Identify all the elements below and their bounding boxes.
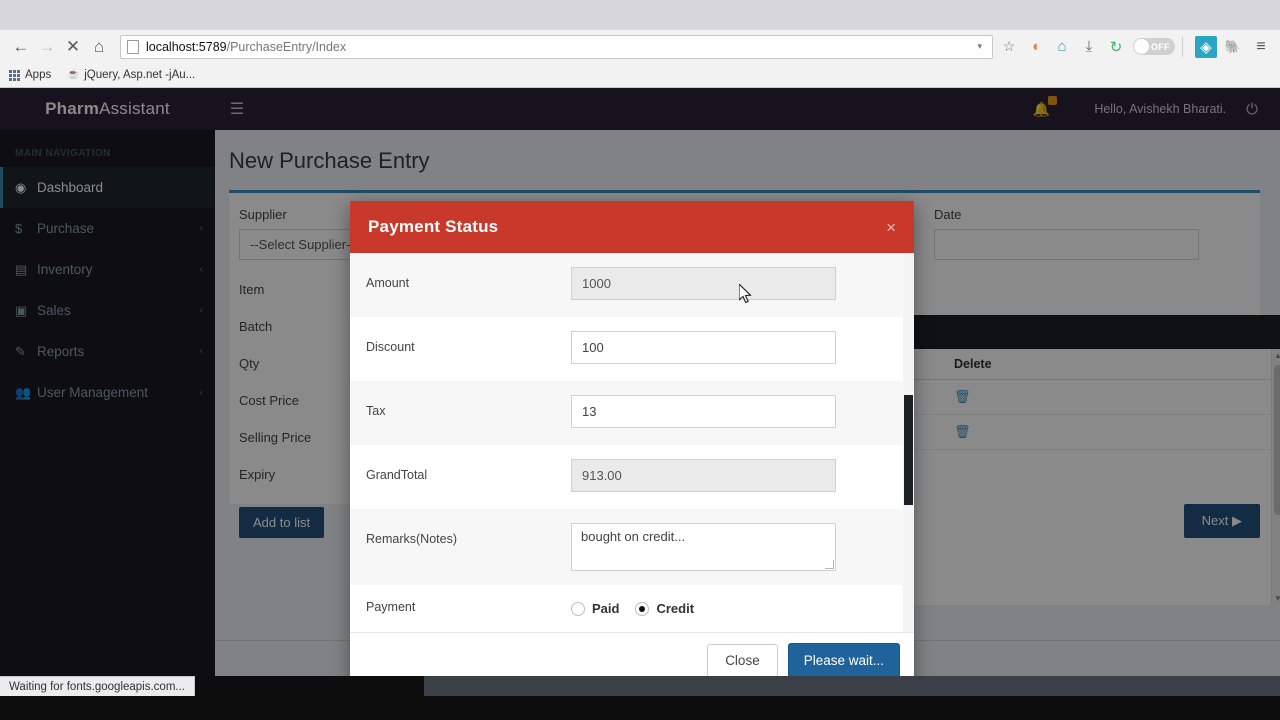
remarks-textarea[interactable]: bought on credit... bbox=[571, 523, 836, 571]
bookmark-apps[interactable]: Apps bbox=[9, 69, 51, 81]
resize-grip-icon[interactable] bbox=[825, 560, 834, 569]
bookmark-star-icon[interactable]: ☆ bbox=[999, 38, 1019, 55]
modal-field-tax: Tax 13 bbox=[350, 381, 914, 445]
url-host: localhost:5789 bbox=[146, 39, 227, 54]
label-amount: Amount bbox=[366, 276, 410, 290]
modal-scrollbar[interactable] bbox=[903, 253, 914, 632]
radio-credit[interactable]: Credit bbox=[635, 601, 694, 616]
modal-header: Payment Status × bbox=[350, 201, 914, 253]
payment-radio-group: Paid Credit bbox=[571, 595, 904, 616]
amount-input[interactable]: 1000 bbox=[571, 267, 836, 300]
mouse-cursor bbox=[739, 284, 752, 304]
bookmark-jquery[interactable]: ☕ jQuery, Asp.net -jAu... bbox=[67, 69, 195, 81]
grandtotal-input[interactable]: 913.00 bbox=[571, 459, 836, 492]
radio-credit-dot[interactable] bbox=[635, 601, 650, 616]
browser-statusbar-region: Waiting for fonts.googleapis.com... bbox=[0, 676, 1280, 720]
discount-input[interactable]: 100 bbox=[571, 331, 836, 364]
modal-field-remarks: Remarks(Notes) bought on credit... bbox=[350, 509, 914, 585]
tax-input[interactable]: 13 bbox=[571, 395, 836, 428]
submit-button[interactable]: Please wait... bbox=[787, 642, 900, 676]
payment-status-modal: Payment Status × Amount 1000 Discount 10… bbox=[350, 201, 914, 676]
modal-field-amount: Amount 1000 bbox=[350, 253, 914, 317]
close-icon[interactable]: × bbox=[886, 219, 896, 236]
toolbar-divider bbox=[1182, 36, 1183, 57]
application-viewport: Pharm Assistant MAIN NAVIGATION ◉ Dashboa… bbox=[0, 88, 1280, 676]
taskbar-strip bbox=[424, 676, 1280, 696]
radio-paid[interactable]: Paid bbox=[571, 601, 619, 616]
label-discount: Discount bbox=[366, 340, 415, 354]
browser-tabstrip[interactable] bbox=[0, 0, 1280, 30]
forward-icon[interactable]: → bbox=[34, 34, 60, 60]
browser-chrome: ← → ✕ ⌂ localhost:5789/PurchaseEntry/Ind… bbox=[0, 0, 1280, 88]
modal-footer: Close Please wait... bbox=[350, 633, 914, 676]
bookmark-jquery-label: jQuery, Asp.net -jAu... bbox=[84, 69, 196, 81]
evernote-extension-icon[interactable]: ◈ bbox=[1195, 35, 1217, 58]
pacman-extension-icon[interactable]: ◖ bbox=[1024, 36, 1046, 58]
close-button[interactable]: Close bbox=[707, 643, 778, 676]
elephant-extension-icon[interactable]: 🐘 bbox=[1222, 36, 1244, 58]
modal-field-payment: Payment Paid Credit bbox=[350, 585, 914, 631]
apps-grid-icon bbox=[9, 69, 20, 81]
headphones-extension-icon[interactable]: ⌂ bbox=[1051, 36, 1073, 58]
url-path: /PurchaseEntry/Index bbox=[226, 39, 347, 54]
back-icon[interactable]: ← bbox=[8, 34, 34, 60]
chevron-down-icon[interactable]: ▾ bbox=[977, 41, 986, 52]
label-payment: Payment bbox=[366, 600, 416, 614]
radio-paid-dot[interactable] bbox=[571, 601, 585, 616]
download-extension-icon[interactable]: ⤓ bbox=[1078, 36, 1100, 58]
radio-credit-label: Credit bbox=[656, 601, 695, 616]
home-icon[interactable]: ⌂ bbox=[86, 34, 112, 60]
java-icon: ☕ bbox=[67, 69, 80, 80]
bookmark-apps-label: Apps bbox=[25, 69, 52, 81]
modal-title: Payment Status bbox=[368, 217, 499, 236]
modal-field-discount: Discount 100 bbox=[350, 317, 914, 381]
status-text: Waiting for fonts.googleapis.com... bbox=[0, 676, 195, 696]
address-bar[interactable]: localhost:5789/PurchaseEntry/Index ▾ bbox=[120, 34, 993, 59]
browser-toolbar: ← → ✕ ⌂ localhost:5789/PurchaseEntry/Ind… bbox=[0, 30, 1280, 63]
toggle-knob bbox=[1134, 39, 1149, 54]
radio-paid-label: Paid bbox=[592, 601, 620, 616]
stop-icon[interactable]: ✕ bbox=[60, 34, 86, 60]
bookmarks-bar: Apps ☕ jQuery, Asp.net -jAu... bbox=[0, 63, 1280, 87]
toggle-label: OFF bbox=[1151, 41, 1170, 52]
modal-scrollbar-thumb[interactable] bbox=[904, 395, 913, 505]
modal-field-grandtotal: GrandTotal 913.00 bbox=[350, 445, 914, 509]
label-tax: Tax bbox=[366, 404, 386, 418]
label-grandtotal: GrandTotal bbox=[366, 468, 428, 482]
label-remarks: Remarks(Notes) bbox=[366, 532, 457, 546]
proxy-toggle[interactable]: OFF bbox=[1133, 38, 1175, 55]
refresh-extension-icon[interactable]: ↻ bbox=[1105, 36, 1127, 58]
page-info-icon[interactable] bbox=[127, 39, 139, 54]
browser-menu-icon[interactable]: ≡ bbox=[1250, 38, 1272, 56]
remarks-value: bought on credit... bbox=[581, 529, 686, 544]
modal-body: Amount 1000 Discount 100 Tax 13 GrandTot… bbox=[350, 253, 914, 633]
